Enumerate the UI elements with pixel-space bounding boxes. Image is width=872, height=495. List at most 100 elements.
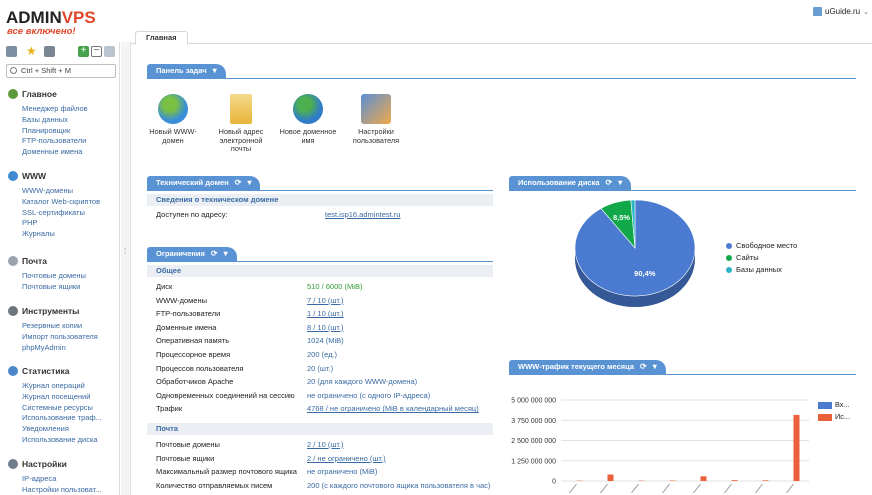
techdomain-header[interactable]: Технический домен ⟳ ▾ [147, 176, 261, 190]
sidebar-item[interactable]: Настройки пользоват... [22, 485, 102, 495]
sidebar-splitter[interactable]: ⁞ [121, 42, 131, 495]
sidebar-item[interactable]: Журнал посещений [22, 392, 102, 403]
sidebar-item[interactable]: Резервные копии [22, 321, 98, 332]
limit-row: Процессорное время 200 (ед.) [147, 348, 493, 362]
disk-header[interactable]: Использование диска ⟳ ▾ [509, 176, 632, 190]
disk-divider [509, 190, 856, 191]
x-tick-label-stub [569, 483, 577, 494]
sidebar-item[interactable]: Импорт пользователя [22, 332, 98, 343]
limit-row: WWW-домены 7 / 10 (шт.) [147, 294, 493, 308]
traffic-header[interactable]: WWW-трафик текущего месяца ⟳ ▾ [509, 360, 666, 374]
sidebar-item[interactable]: Доменные имена [22, 147, 88, 158]
sidebar-section-label: WWW [22, 171, 47, 181]
briefcase-icon[interactable] [44, 46, 55, 57]
limit-value: 200 (с каждого почтового ящика пользоват… [307, 480, 491, 490]
pie-data-label: 8,5% [613, 213, 630, 222]
collapse-icon[interactable]: − [91, 46, 102, 57]
sidebar-section-title[interactable]: WWW [8, 170, 100, 182]
pin-icon[interactable] [104, 46, 115, 57]
sidebar-search-input[interactable]: Ctrl + Shift + M [6, 64, 116, 78]
star-icon[interactable]: ★ [26, 45, 37, 57]
limit-row: FTP-пользователи 1 / 10 (шт.) [147, 307, 493, 321]
sidebar-section: Почта Почтовые домены Почтовые ящики [8, 255, 86, 293]
refresh-icon[interactable]: ⟳ [606, 178, 613, 187]
limit-row: Оперативная память 1024 (MiB) [147, 334, 493, 348]
sidebar-section-title[interactable]: Настройки [8, 458, 102, 470]
task-label: Новый WWW-домен [149, 127, 197, 145]
sidebar-section-label: Почта [22, 256, 47, 266]
sidebar-item[interactable]: Базы данных [22, 115, 88, 126]
sidebar-item[interactable]: phpMyAdmin [22, 343, 98, 354]
sidebar-item[interactable]: SSL-сертификаты [22, 208, 100, 219]
sidebar-item[interactable]: Системные ресурсы [22, 403, 102, 414]
taskpanel-header[interactable]: Панель задач ▾ [147, 64, 226, 78]
sidebar-item[interactable]: Планировщик [22, 126, 88, 137]
sidebar-item[interactable]: IP-адреса [22, 474, 102, 485]
limit-value[interactable]: 1 / 10 (шт.) [307, 307, 344, 321]
sidebar-item[interactable]: Использование траф... [22, 413, 102, 424]
sidebar-item[interactable]: Менеджер файлов [22, 104, 88, 115]
limit-value[interactable]: 2 / 10 (шт.) [307, 438, 344, 452]
logo-text-a: ADMIN [6, 8, 62, 27]
sidebar-item[interactable]: PHP [22, 218, 100, 229]
limit-value: не ограничено (с одного IP-адреса) [307, 390, 431, 400]
refresh-icon[interactable]: ⟳ [211, 249, 218, 258]
limits-header[interactable]: Ограничения ⟳ ▾ [147, 247, 237, 261]
sidebar-section-label: Инструменты [22, 306, 80, 316]
sidebar-item[interactable]: Уведомления [22, 424, 102, 435]
limits-title: Ограничения [156, 249, 205, 258]
sidebar-item[interactable]: Журнал операций [22, 381, 102, 392]
limit-value[interactable]: 8 / 10 (шт.) [307, 321, 344, 335]
sidebar-item[interactable]: Каталог Web-скриптов [22, 197, 100, 208]
grid-icon[interactable] [6, 46, 17, 57]
domain-plus-icon [293, 94, 323, 124]
limit-key: Трафик [156, 404, 183, 414]
limit-value[interactable]: 4768 / не ограничено (MiB в календарный … [307, 402, 479, 416]
expand-icon[interactable]: + [78, 46, 89, 57]
limit-value[interactable]: 2 / не ограничено (шт.) [307, 452, 386, 466]
taskpanel-divider [147, 78, 856, 79]
sidebar-section: WWW WWW-домены Каталог Web-скриптов SSL-сер… [8, 170, 100, 240]
limit-value: 1024 (MiB) [307, 336, 344, 346]
techdomain-key: Доступен по адресу: [156, 210, 228, 219]
user-menu[interactable]: uGuide.ru ⌄ [813, 7, 869, 16]
task-item[interactable]: Новый WWW-домен [142, 94, 204, 145]
sidebar-item[interactable]: Использование диска [22, 435, 102, 446]
globe-icon [8, 171, 18, 181]
legend-swatch [818, 413, 832, 421]
legend-swatch [726, 255, 732, 261]
task-item[interactable]: Настройки пользователя [345, 94, 407, 145]
task-item[interactable]: Новый адрес электронной почты [210, 94, 272, 154]
task-item[interactable]: Новое доменное имя [277, 94, 339, 145]
legend-item: Вх... [818, 399, 850, 411]
limit-value[interactable]: 7 / 10 (шт.) [307, 294, 344, 308]
refresh-icon[interactable]: ⟳ [640, 362, 647, 371]
legend-swatch [818, 401, 832, 409]
sidebar-section-title[interactable]: Статистика [8, 365, 102, 377]
techdomain-link[interactable]: test.isp16.admintest.ru [325, 208, 400, 222]
limit-key: Почтовые ящики [156, 453, 215, 463]
legend-item: Ис... [818, 411, 850, 423]
sidebar-item[interactable]: Почтовые ящики [22, 282, 86, 293]
sidebar-item[interactable]: Почтовые домены [22, 271, 86, 282]
refresh-icon[interactable]: ⟳ [235, 178, 242, 187]
sidebar-section-title[interactable]: Главное [8, 88, 88, 100]
search-icon [10, 67, 17, 74]
sidebar-item[interactable]: FTP-пользователи [22, 136, 88, 147]
legend-label: Сайты [736, 253, 759, 262]
task-label: Новый адрес электронной почты [218, 127, 264, 153]
limit-row: Трафик 4768 / не ограничено (MiB в календ… [147, 402, 493, 416]
limit-key: Оперативная память [156, 336, 230, 346]
sidebar-section-title[interactable]: Почта [8, 255, 86, 267]
y-tick-label: 2 500 000 000 [511, 438, 556, 445]
legend-item: Свободное место [726, 240, 797, 252]
legend-label: Базы данных [736, 265, 782, 274]
sidebar-section-title[interactable]: Инструменты [8, 305, 98, 317]
tab-main[interactable]: Главная [135, 31, 188, 45]
traffic-divider [509, 374, 856, 375]
x-tick-label-stub [786, 483, 794, 494]
sidebar-item[interactable]: WWW-домены [22, 186, 100, 197]
logo[interactable]: ADMINVPS все включено! [6, 8, 96, 37]
tab-bar: Главная [131, 30, 872, 45]
sidebar-item[interactable]: Журналы [22, 229, 100, 240]
